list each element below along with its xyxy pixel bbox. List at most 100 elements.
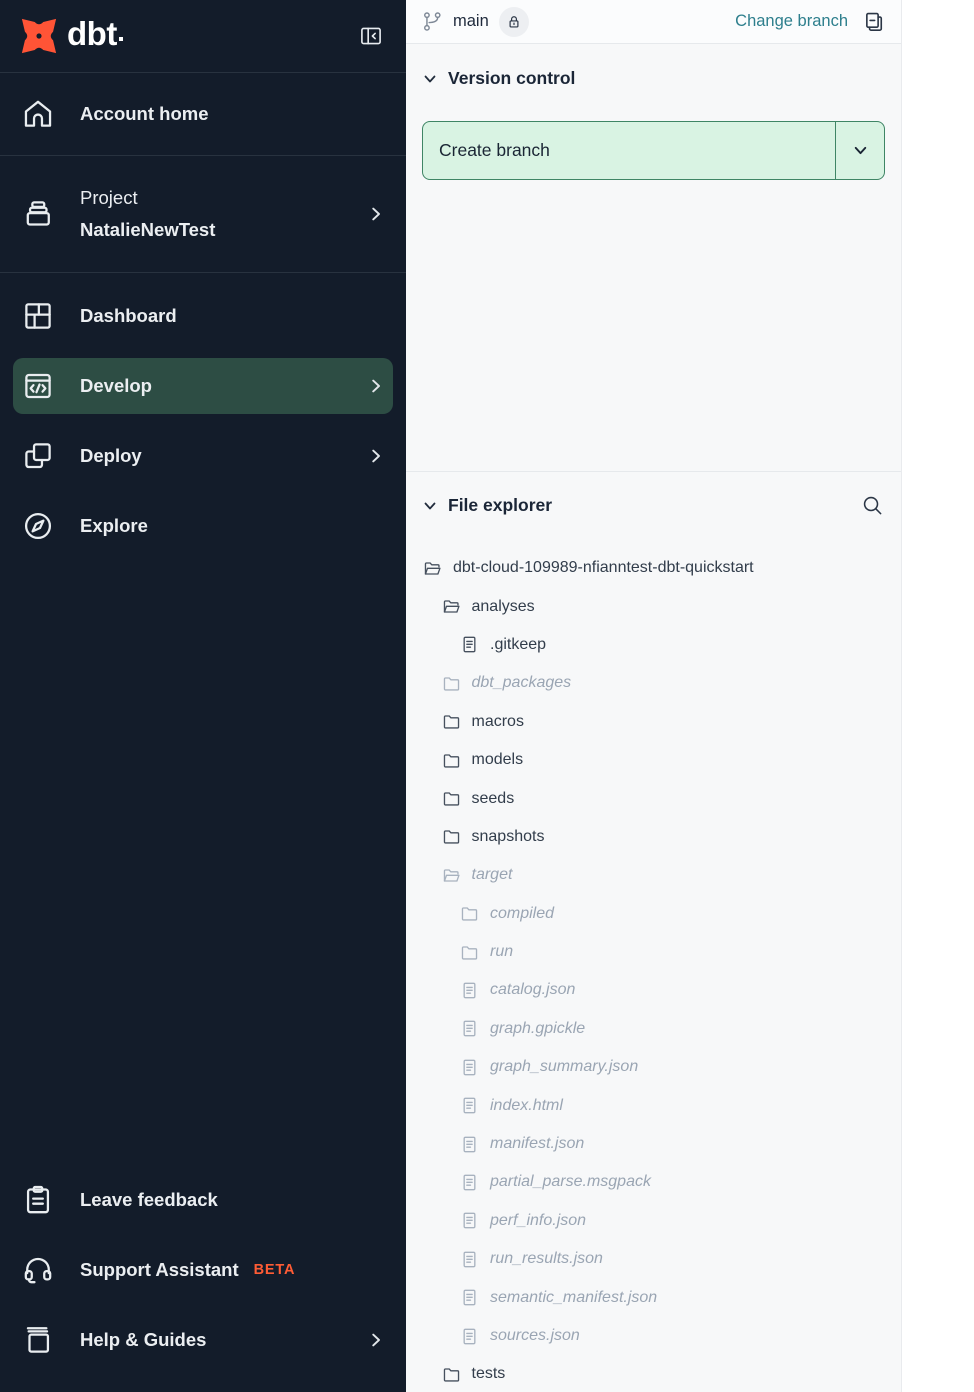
- tree-folder-item[interactable]: macros: [406, 703, 901, 741]
- sidebar: dbt Account home ProjectNatalieNewTest Das…: [0, 0, 406, 1392]
- folder-icon: [460, 904, 479, 923]
- sidebar-item-project[interactable]: ProjectNatalieNewTest: [0, 156, 406, 272]
- logo-wordmark: dbt: [67, 15, 117, 53]
- tree-file-item[interactable]: partial_parse.msgpack: [406, 1163, 901, 1201]
- tree-item-label: catalog.json: [490, 981, 575, 999]
- create-branch-button[interactable]: Create branch: [422, 121, 885, 180]
- tree-file-item[interactable]: perf_info.json: [406, 1202, 901, 1240]
- sidebar-item-help-guides[interactable]: Help & Guides: [0, 1305, 406, 1375]
- file-icon: [460, 1173, 479, 1192]
- tree-file-item[interactable]: sources.json: [406, 1317, 901, 1355]
- tree-folder-item[interactable]: seeds: [406, 779, 901, 817]
- tree-item-label: compiled: [490, 905, 554, 923]
- sidebar-item-label: Account home: [80, 103, 208, 125]
- sidebar-item-leave-feedback[interactable]: Leave feedback: [0, 1165, 406, 1235]
- tree-file-item[interactable]: semantic_manifest.json: [406, 1278, 901, 1316]
- folder-icon: [442, 1365, 461, 1384]
- tree-file-item[interactable]: run_results.json: [406, 1240, 901, 1278]
- tree-folder-item[interactable]: analyses: [406, 587, 901, 625]
- file-icon: [460, 1327, 479, 1346]
- tree-item-label: index.html: [490, 1097, 563, 1115]
- sidebar-item-label: Support Assistant: [80, 1259, 239, 1281]
- tree-item-label: target: [472, 866, 513, 884]
- change-branch-link[interactable]: Change branch: [735, 12, 848, 31]
- tree-item-label: graph.gpickle: [490, 1020, 585, 1038]
- git-branch-icon: [421, 10, 444, 33]
- sidebar-item-label: Deploy: [80, 445, 142, 467]
- content-area: [902, 0, 974, 1392]
- tree-folder-item[interactable]: compiled: [406, 895, 901, 933]
- file-icon: [460, 1211, 479, 1230]
- chevron-down-icon: [852, 142, 869, 159]
- sidebar-item-text: Help & Guides: [80, 1329, 206, 1351]
- create-branch-label[interactable]: Create branch: [423, 122, 836, 179]
- file-tree: dbt-cloud-109989-nfianntest-dbt-quicksta…: [406, 549, 901, 1392]
- create-branch-dropdown-toggle[interactable]: [836, 122, 884, 179]
- tree-file-item[interactable]: manifest.json: [406, 1125, 901, 1163]
- chevron-down-icon: [422, 498, 438, 514]
- tree-folder-item[interactable]: run: [406, 933, 901, 971]
- sidebar-item-dashboard[interactable]: Dashboard: [0, 281, 406, 351]
- search-icon[interactable]: [860, 493, 885, 518]
- tree-folder-item[interactable]: target: [406, 856, 901, 894]
- version-control-title: Version control: [448, 68, 575, 89]
- tree-item-label: tests: [472, 1365, 506, 1383]
- tree-folder-item[interactable]: dbt_packages: [406, 664, 901, 702]
- sidebar-item-develop[interactable]: Develop: [13, 358, 393, 414]
- tree-folder-item[interactable]: tests: [406, 1355, 901, 1392]
- folder-icon: [460, 943, 479, 962]
- headset-icon: [21, 1253, 55, 1287]
- file-explorer-toggle[interactable]: File explorer: [422, 495, 552, 516]
- sidebar-item-text: Deploy: [80, 445, 142, 467]
- version-control-section: Version control Create branch: [406, 44, 901, 472]
- clipboard-icon: [21, 1183, 55, 1217]
- file-icon: [460, 1096, 479, 1115]
- copy-icon[interactable]: [861, 9, 887, 35]
- file-icon: [460, 1250, 479, 1269]
- dbt-logo-mark-icon: [20, 17, 58, 55]
- folder-icon: [442, 751, 461, 770]
- file-icon: [460, 1288, 479, 1307]
- sidebar-item-label: Leave feedback: [80, 1189, 218, 1211]
- tree-file-item[interactable]: catalog.json: [406, 971, 901, 1009]
- tree-item-label: run: [490, 943, 513, 961]
- tree-item-label: manifest.json: [490, 1135, 584, 1153]
- tree-folder-item[interactable]: snapshots: [406, 818, 901, 856]
- sidebar-item-explore[interactable]: Explore: [0, 491, 406, 561]
- folder-open-icon: [442, 866, 461, 885]
- tree-item-label: perf_info.json: [490, 1212, 586, 1230]
- version-control-header[interactable]: Version control: [422, 68, 885, 89]
- sidebar-item-text: Dashboard: [80, 305, 177, 327]
- sidebar-item-sublabel: NatalieNewTest: [80, 214, 215, 246]
- tree-item-label: models: [472, 751, 524, 769]
- beta-badge: BETA: [254, 1262, 296, 1278]
- overlapping-windows-icon: [21, 439, 55, 473]
- sidebar-item-text: ProjectNatalieNewTest: [80, 182, 215, 246]
- tree-file-item[interactable]: graph_summary.json: [406, 1048, 901, 1086]
- sidebar-item-text: Account home: [80, 103, 208, 125]
- file-icon: [460, 1019, 479, 1038]
- sidebar-item-support-assistant[interactable]: Support Assistant BETA: [0, 1235, 406, 1305]
- tree-item-label: analyses: [472, 598, 535, 616]
- tree-folder-item[interactable]: models: [406, 741, 901, 779]
- sidebar-item-text: Develop: [80, 375, 152, 397]
- tree-file-item[interactable]: graph.gpickle: [406, 1010, 901, 1048]
- sidebar-item-deploy[interactable]: Deploy: [0, 421, 406, 491]
- tree-folder-item[interactable]: dbt-cloud-109989-nfianntest-dbt-quicksta…: [406, 549, 901, 587]
- file-explorer-section: File explorer dbt-cloud-109989-nfianntes…: [406, 472, 901, 1392]
- app: dbt Account home ProjectNatalieNewTest Das…: [0, 0, 974, 1392]
- chevron-down-icon: [422, 71, 438, 87]
- tree-file-item[interactable]: .gitkeep: [406, 626, 901, 664]
- dbt-logo[interactable]: dbt: [20, 17, 123, 55]
- tree-file-item[interactable]: index.html: [406, 1086, 901, 1124]
- folder-icon: [442, 789, 461, 808]
- sidebar-item-account-home[interactable]: Account home: [0, 73, 406, 155]
- sidebar-header: dbt: [0, 0, 406, 72]
- file-icon: [460, 981, 479, 1000]
- tree-item-label: run_results.json: [490, 1250, 603, 1268]
- folder-icon: [442, 712, 461, 731]
- tree-item-label: partial_parse.msgpack: [490, 1173, 651, 1191]
- collapse-sidebar-icon[interactable]: [358, 23, 384, 49]
- folder-open-icon: [442, 597, 461, 616]
- tree-item-label: snapshots: [472, 828, 545, 846]
